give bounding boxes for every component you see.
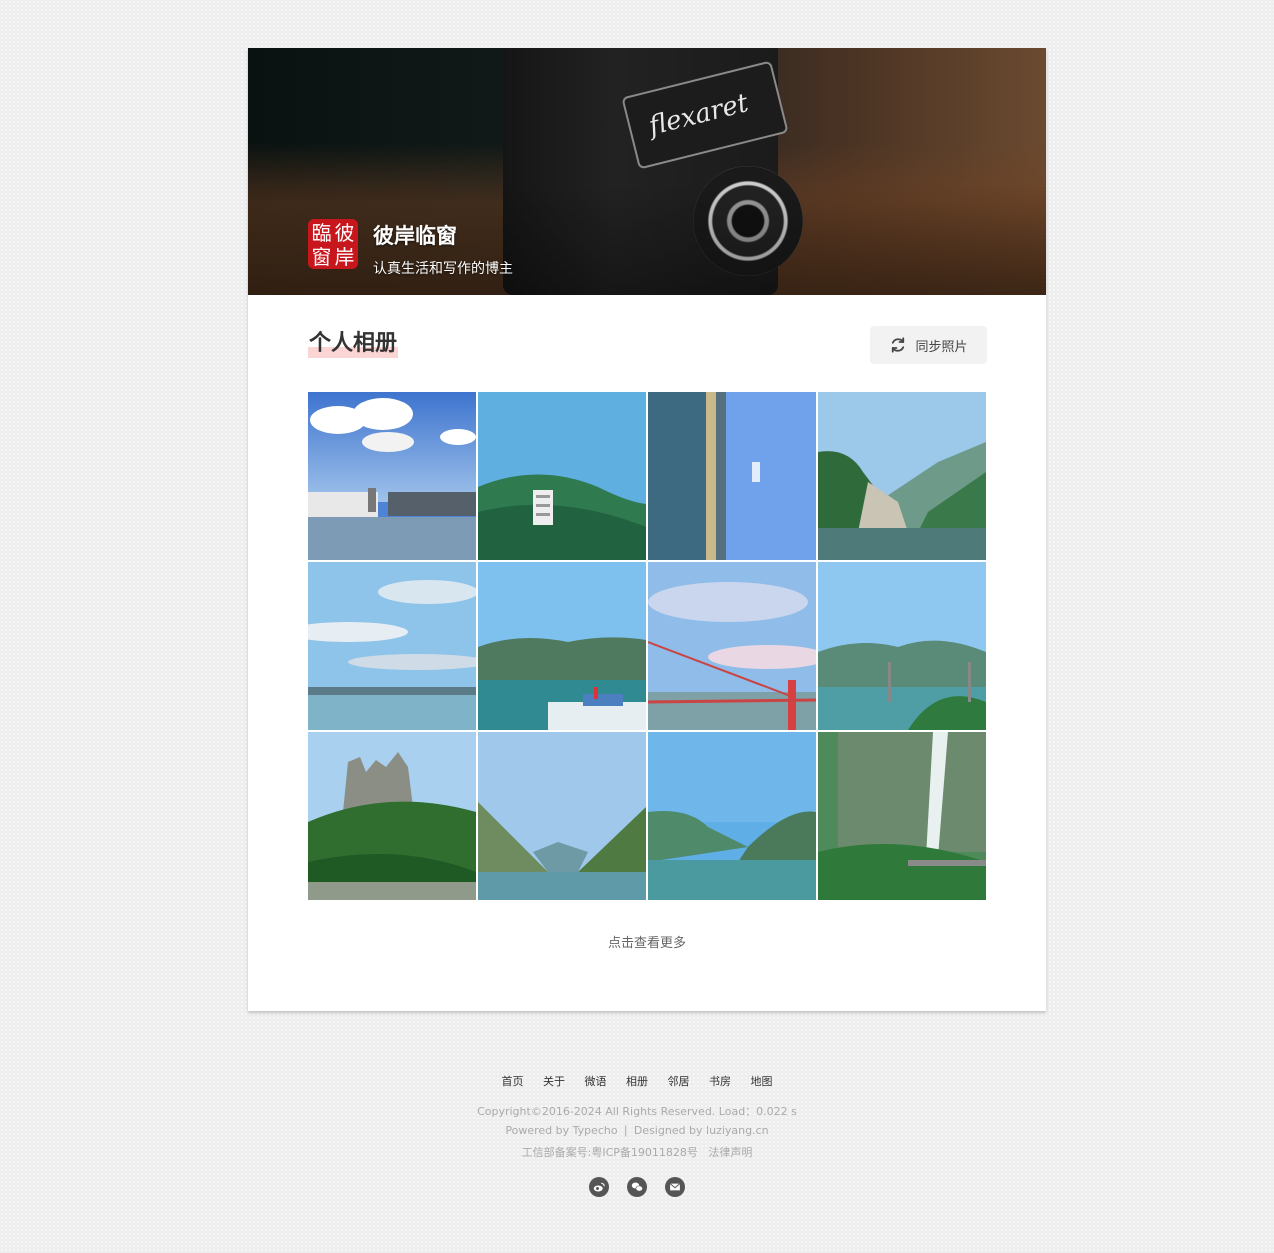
photo-thumbnail[interactable] [308,732,476,900]
photo-thumbnail[interactable] [308,392,476,560]
sync-photos-button[interactable]: 同步照片 [870,326,987,364]
footer-link-neighbors[interactable]: 邻居 [668,1075,690,1088]
site-subtitle: 认真生活和写作的博主 [373,261,513,277]
footer-link-weiyu[interactable]: 微语 [585,1075,607,1088]
weibo-icon[interactable] [589,1177,609,1197]
sync-photos-label: 同步照片 [915,339,968,355]
footer-link-library[interactable]: 书房 [709,1075,731,1088]
photo-thumbnail[interactable] [478,732,646,900]
photo-thumbnail[interactable] [648,392,816,560]
footer-link-album[interactable]: 相册 [626,1075,648,1088]
photo-grid [308,392,986,900]
load-more-link[interactable]: 点击查看更多 [248,932,1046,951]
footer-icp[interactable]: 工信部备案号:粤ICP备19011828号 法律声明 [0,1144,1274,1160]
photo-thumbnail[interactable] [818,562,986,730]
photo-thumbnail[interactable] [818,392,986,560]
photo-thumbnail[interactable] [478,392,646,560]
wechat-icon[interactable] [627,1177,647,1197]
main-card: flexaret 臨 彼 窗 岸 彼岸临窗 认真生活和写作的博主 个人相册 同步… [248,48,1046,1011]
photo-thumbnail[interactable] [648,732,816,900]
page-title: 个人相册 [308,330,399,358]
refresh-icon [892,337,905,353]
footer-copyright: Copyright©2016-2024 All Rights Reserved.… [477,1105,797,1118]
photo-thumbnail[interactable] [818,732,986,900]
photo-thumbnail[interactable] [308,562,476,730]
footer-link-about[interactable]: 关于 [543,1075,565,1088]
mail-icon[interactable] [665,1177,685,1197]
photo-thumbnail[interactable] [648,562,816,730]
social-links [0,1177,1274,1197]
footer-link-home[interactable]: 首页 [502,1075,524,1088]
footer-link-map[interactable]: 地图 [751,1075,773,1088]
footer-powered: Powered by Typecho ❘ Designed by luziyan… [505,1124,769,1137]
site-logo[interactable]: 臨 彼 窗 岸 [308,219,358,269]
site-title[interactable]: 彼岸临窗 [373,220,457,250]
header-banner: flexaret 臨 彼 窗 岸 彼岸临窗 认真生活和写作的博主 [248,48,1046,295]
photo-thumbnail[interactable] [478,562,646,730]
footer-nav: 首页 关于 微语 相册 邻居 书房 地图 [0,1073,1274,1089]
